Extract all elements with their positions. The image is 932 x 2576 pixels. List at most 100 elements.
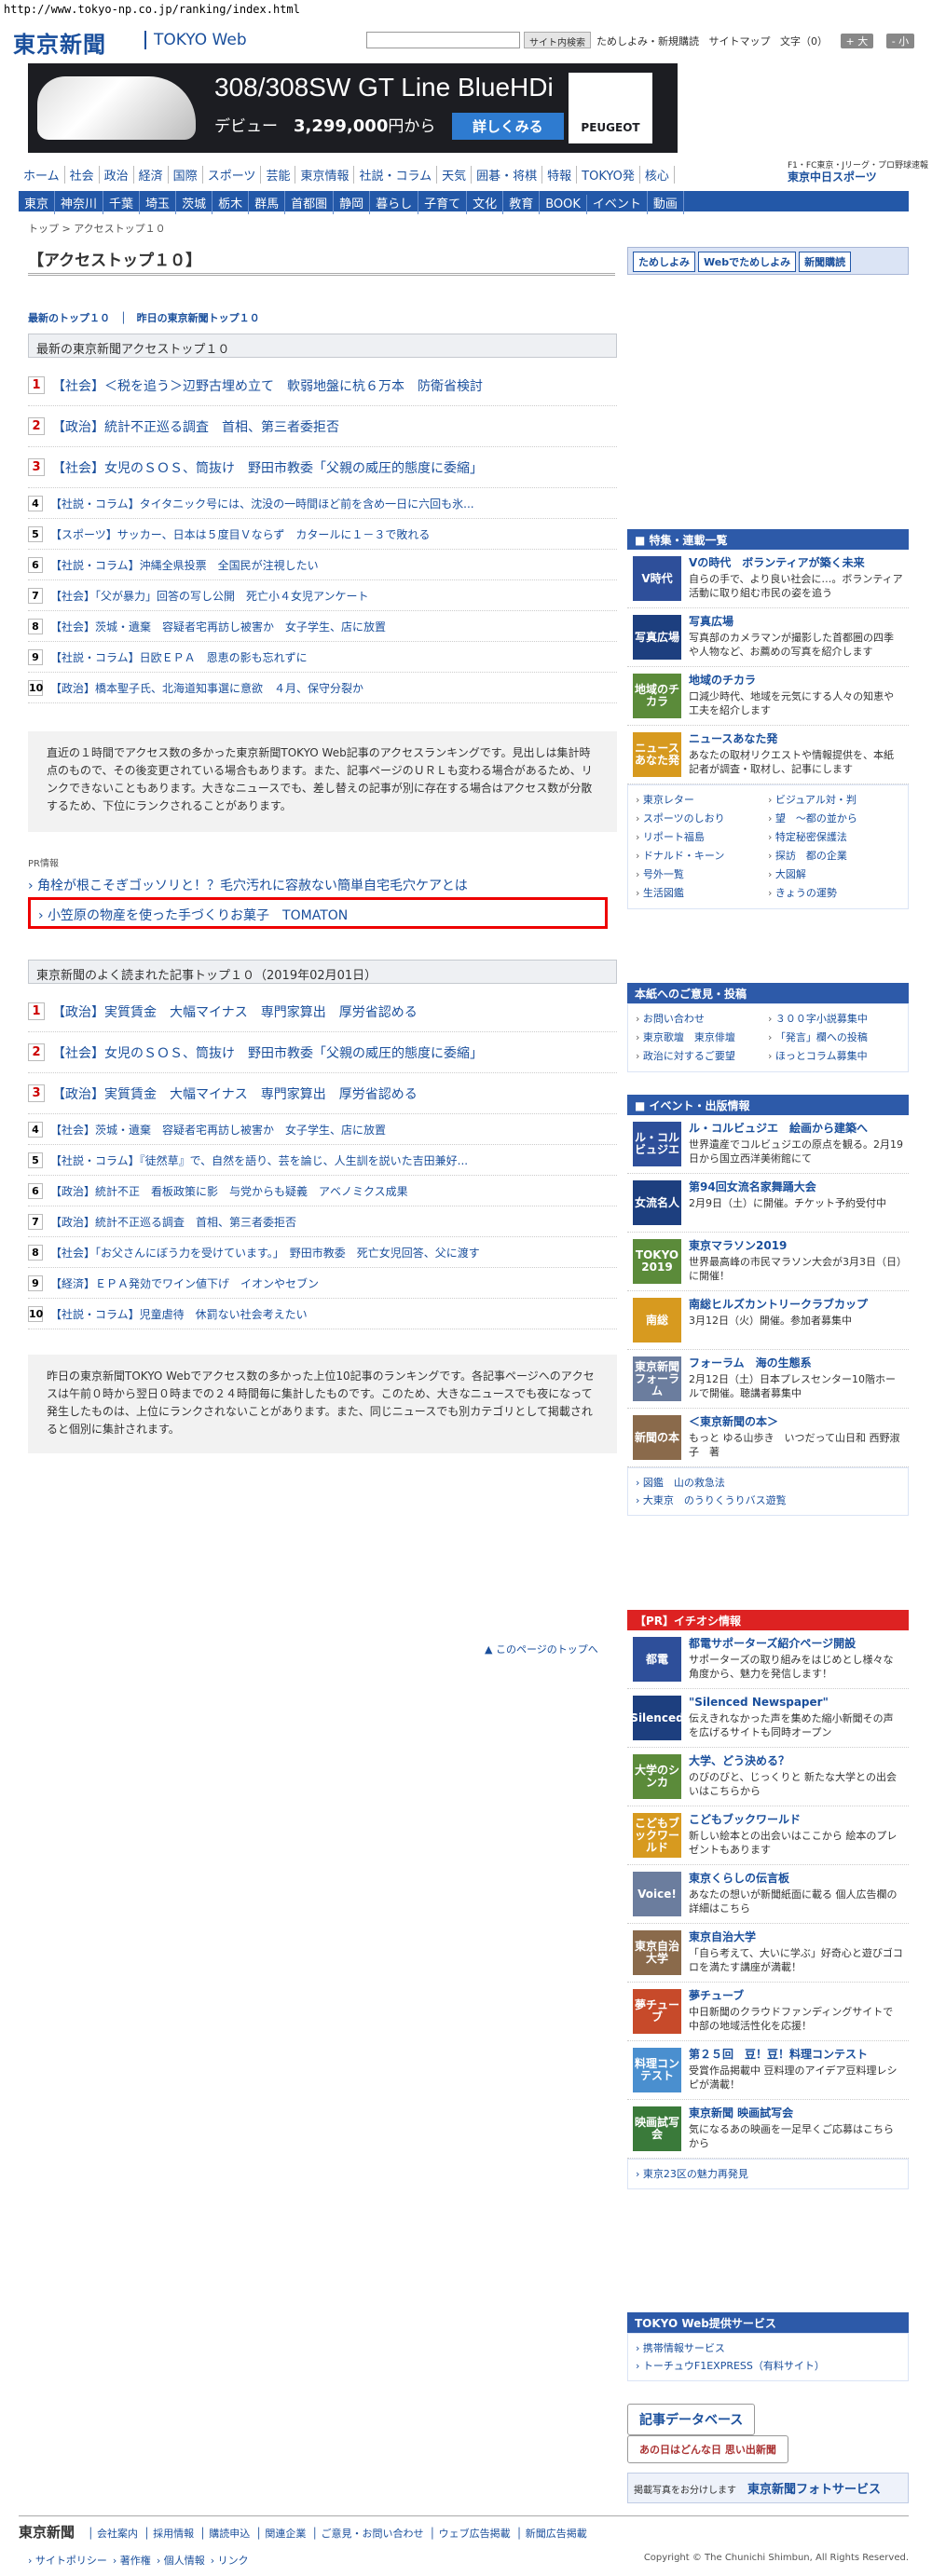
sidebar-item-title[interactable]: こどもブックワールド	[689, 1813, 903, 1827]
main-nav-item[interactable]: 天気	[437, 166, 473, 184]
region-nav-item[interactable]: BOOK	[540, 195, 587, 214]
ranking-row[interactable]: 3 【政治】実質賃金 大幅マイナス 専門家算出 厚労省認める	[28, 1073, 617, 1114]
ranking-title-link[interactable]: 【スポーツ】サッカー、日本は５度目Ｖならず カタールに１－３で敗れる	[50, 526, 430, 542]
font-up-button[interactable]: + 大	[840, 34, 874, 48]
footer-link[interactable]: │ 採用情報	[144, 2528, 194, 2540]
region-nav-item[interactable]: 埼玉	[140, 191, 177, 214]
main-nav-item[interactable]: 国際	[169, 166, 203, 184]
ranking-title-link[interactable]: 【政治】実質賃金 大幅マイナス 専門家算出 厚労省認める	[52, 1002, 418, 1021]
header-link-subscribe[interactable]: ためしよみ・新規購読	[596, 35, 699, 48]
sidebar-link[interactable]: 大図解	[768, 865, 900, 884]
trial-button[interactable]: ためしよみ	[633, 252, 695, 272]
sidebar-link[interactable]: ３００字小説募集中	[768, 1010, 900, 1029]
sidebar-item[interactable]: 映画試写会 東京新聞 映画試写会 気になるあの映画を一足早くご応募はこちらから	[627, 2100, 909, 2159]
region-nav-item[interactable]: イベント	[587, 191, 648, 214]
web-trial-button[interactable]: Webでためしよみ	[698, 252, 797, 272]
footer-bottom-link[interactable]: › サイトポリシー	[28, 2555, 107, 2567]
sidebar-link[interactable]: きょうの運勢	[768, 884, 900, 903]
sidebar-link[interactable]: › トーチュウF1EXPRESS（有料サイト）	[636, 2357, 900, 2375]
sidebar-item[interactable]: 新聞の本 ＜東京新聞の本＞ もっと ゆる山歩き いつだって山日和 西野淑子 著	[627, 1409, 909, 1467]
sidebar-item-title[interactable]: 地域のチカラ	[689, 674, 903, 688]
ranking-row[interactable]: 5 【社説・コラム】『徒然草』で、自然を語り、芸を論じ、人生訓を説いた吉田兼好..…	[28, 1145, 617, 1176]
subscribe-button[interactable]: 新聞購読	[799, 252, 852, 272]
ranking-row[interactable]: 9 【社説・コラム】日欧ＥＰＡ 恩恵の影も忘れずに	[28, 642, 617, 673]
sidebar-item-title[interactable]: ＜東京新聞の本＞	[689, 1415, 903, 1429]
ranking-row[interactable]: 6 【社説・コラム】沖縄全県投票 全国民が注視したい	[28, 550, 617, 580]
ranking-title-link[interactable]: 【社会】茨城・遺棄 容疑者宅再訪し被害か 女子学生、店に放置	[50, 1122, 386, 1138]
pr-link-1[interactable]: › 角栓が根こそぎゴッソリと！？毛穴汚れに容赦ない簡単自宅毛穴ケアとは	[28, 876, 468, 894]
sidebar-item[interactable]: こどもブックワールド こどもブックワールド 新しい絵本との出会いはここから 絵本のプ…	[627, 1806, 909, 1865]
sidebar-link[interactable]: 号外一覧	[636, 865, 768, 884]
region-nav-item[interactable]: 文化	[467, 191, 504, 214]
ranking-row[interactable]: 5 【スポーツ】サッカー、日本は５度目Ｖならず カタールに１－３で敗れる	[28, 519, 617, 550]
region-nav-item[interactable]: 首都圏	[285, 191, 335, 214]
font-down-button[interactable]: - 小	[885, 34, 915, 48]
sidebar-link[interactable]: お問い合わせ	[636, 1010, 768, 1029]
footer-link[interactable]: │ ウェブ広告掲載	[429, 2528, 510, 2540]
sidebar-item-title[interactable]: フォーラム 海の生態系	[689, 1356, 903, 1370]
sidebar-link[interactable]: 「発言」欄への投稿	[768, 1029, 900, 1047]
region-nav-item[interactable]: 群馬	[249, 191, 286, 214]
main-nav-item[interactable]: 社会	[65, 166, 100, 184]
sidebar-link[interactable]: 探訪 都の企業	[768, 847, 900, 865]
region-nav-item[interactable]: 教育	[503, 191, 541, 214]
ranking-row[interactable]: 2 【政治】統計不正巡る調査 首相、第三者委拒否	[28, 406, 617, 447]
sidebar-item-title[interactable]: 東京マラソン2019	[689, 1239, 903, 1253]
footer-bottom-link[interactable]: › 著作権	[113, 2555, 151, 2567]
sidebar-link[interactable]: 政治に対するご要望	[636, 1047, 768, 1066]
sidebar-item-title[interactable]: 都電サポーターズ紹介ページ開設	[689, 1637, 903, 1651]
sidebar-item[interactable]: 地域のチカラ 地域のチカラ 口減少時代、地域を元気にする人々の知恵や工夫を紹介します	[627, 667, 909, 726]
search-input[interactable]	[366, 32, 520, 48]
ranking-title-link[interactable]: 【政治】統計不正 看板政策に影 与党からも疑義 アベノミクス成果	[50, 1183, 408, 1199]
photo-service-button[interactable]: 掲載写真をお分けします 東京新聞フォトサービス	[627, 2473, 909, 2503]
footer-link[interactable]: │ 会社案内	[88, 2528, 138, 2540]
ranking-tabs[interactable]: 最新のトップ１０ │ 昨日の東京新聞トップ１０	[28, 310, 260, 325]
ranking-row[interactable]: 3 【社会】女児のＳＯＳ、筒抜け 野田市教委「父親の威圧的態度に委縮」	[28, 447, 617, 488]
ad-detail-button[interactable]: 詳しくみる	[452, 113, 564, 140]
ranking-title-link[interactable]: 【政治】統計不正巡る調査 首相、第三者委拒否	[52, 417, 339, 436]
sidebar-item-title[interactable]: ニュースあなた発	[689, 732, 903, 746]
footer-link[interactable]: │ 購読申込	[199, 2528, 250, 2540]
sidebar-item-title[interactable]: 写真広場	[689, 615, 903, 629]
ranking-row[interactable]: 1 【政治】実質賃金 大幅マイナス 専門家算出 厚労省認める	[28, 991, 617, 1032]
ranking-title-link[interactable]: 【社説・コラム】『徒然草』で、自然を語り、芸を論じ、人生訓を説いた吉田兼好...	[50, 1152, 468, 1168]
ranking-row[interactable]: 9 【経済】ＥＰＡ発効でワイン値下げ イオンやセブン	[28, 1268, 617, 1299]
main-nav-item[interactable]: 東京情報	[295, 166, 355, 184]
main-nav-item[interactable]: スポーツ	[203, 166, 262, 184]
ranking-row[interactable]: 10 【政治】橋本聖子氏、北海道知事選に意欲 ４月、保守分裂か	[28, 673, 617, 703]
footer-bottom-link[interactable]: › リンク	[211, 2555, 249, 2567]
sidebar-item-title[interactable]: 東京自治大学	[689, 1930, 903, 1944]
sidebar-link[interactable]: 東京歌壇 東京俳壇	[636, 1029, 768, 1047]
sidebar-item-title[interactable]: 南総ヒルズカントリークラブカップ	[689, 1298, 903, 1312]
sidebar-item[interactable]: 女流名人 第94回女流名家舞踊大会 2月9日（土）に開催。チケット予約受付中	[627, 1174, 909, 1233]
ranking-title-link[interactable]: 【政治】実質賃金 大幅マイナス 専門家算出 厚労省認める	[52, 1084, 418, 1103]
sidebar-link[interactable]: 東京レター	[636, 791, 768, 810]
region-nav-item[interactable]: 神奈川	[55, 191, 104, 214]
main-nav-item[interactable]: 囲碁・将棋	[472, 166, 543, 184]
sidebar-item-title[interactable]: 大学、どう決める？	[689, 1754, 903, 1768]
ranking-title-link[interactable]: 【社会】＜税を追う＞辺野古埋め立て 軟弱地盤に杭６万本 防衛省検討	[52, 376, 483, 395]
sidebar-item[interactable]: 夢チューブ 夢チューブ 中日新聞のクラウドファンディングサイトで中部の地域活性化を応…	[627, 1983, 909, 2041]
sidebar-link[interactable]: › 図鑑 山の救急法	[636, 1474, 900, 1492]
ranking-title-link[interactable]: 【社説・コラム】タイタニック号には、沈没の一時間ほど前を含め一日に六回も氷...	[50, 496, 474, 511]
ranking-row[interactable]: 7 【政治】統計不正巡る調査 首相、第三者委拒否	[28, 1206, 617, 1237]
sidebar-item-title[interactable]: ル・コルビュジエ 絵画から建築へ	[689, 1122, 903, 1136]
sidebar-link[interactable]: › 大東京 のうりくうりバス遊覧	[636, 1492, 900, 1509]
sidebar-link[interactable]: スポーツのしおり	[636, 810, 768, 828]
sidebar-link[interactable]: ドナルド・キーン	[636, 847, 768, 865]
sidebar-link[interactable]: › 東京23区の魅力再発見	[636, 2165, 900, 2183]
header-link-sitemap[interactable]: サイトマップ	[709, 35, 771, 48]
main-nav-item[interactable]: ホーム	[19, 166, 65, 184]
pr-link-2[interactable]: › 小笠原の物産を使った手づくりお菓子 TOMATON	[28, 897, 608, 929]
ad-banner[interactable]: 308/308SW GT Line BlueHDi デビュー 3,299,000…	[28, 63, 678, 153]
sidebar-link[interactable]: 望 ～都の並から	[768, 810, 900, 828]
sidebar-item-title[interactable]: "Silenced Newspaper"	[689, 1696, 903, 1710]
search-button[interactable]: サイト内検索	[524, 32, 591, 48]
memory-newspaper-button[interactable]: あの日はどんな日 思い出新聞	[627, 2435, 788, 2463]
sidebar-item[interactable]: ニュースあなた発 ニュースあなた発 あなたの取材リクエストや情報提供を、本紙記者が調…	[627, 726, 909, 784]
ranking-row[interactable]: 2 【社会】女児のＳＯＳ、筒抜け 野田市教委「父親の威圧的態度に委縮」	[28, 1032, 617, 1073]
sidebar-item[interactable]: 東京自治大学 東京自治大学 「自ら考えて、大いに学ぶ」好奇心と遊びゴコロを満たす講座…	[627, 1924, 909, 1983]
sidebar-item[interactable]: TOKYO 2019 東京マラソン2019 世界最高峰の市民マラソン大会が3月3日（…	[627, 1233, 909, 1291]
sidebar-link[interactable]: › 携帯情報サービス	[636, 2339, 900, 2357]
ranking-row[interactable]: 6 【政治】統計不正 看板政策に影 与党からも疑義 アベノミクス成果	[28, 1176, 617, 1206]
